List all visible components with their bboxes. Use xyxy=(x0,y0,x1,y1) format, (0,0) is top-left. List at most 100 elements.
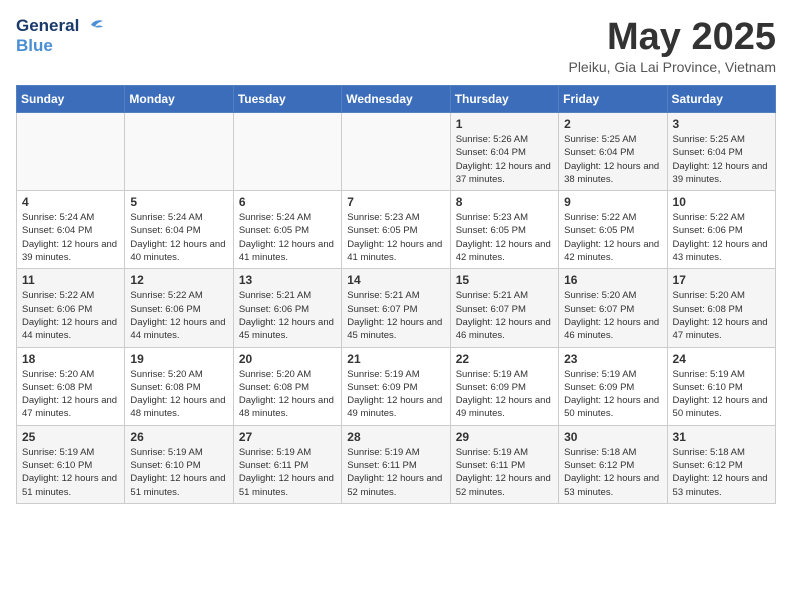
day-info: Sunrise: 5:25 AM Sunset: 6:04 PM Dayligh… xyxy=(673,133,770,186)
day-number: 4 xyxy=(22,195,119,209)
weekday-header-thursday: Thursday xyxy=(450,86,558,113)
calendar-cell: 9 Sunrise: 5:22 AM Sunset: 6:05 PM Daylig… xyxy=(559,191,667,269)
day-number: 17 xyxy=(673,273,770,287)
calendar-cell: 6 Sunrise: 5:24 AM Sunset: 6:05 PM Daylig… xyxy=(233,191,341,269)
day-number: 8 xyxy=(456,195,553,209)
day-info: Sunrise: 5:22 AM Sunset: 6:06 PM Dayligh… xyxy=(673,211,770,264)
day-info: Sunrise: 5:22 AM Sunset: 6:06 PM Dayligh… xyxy=(22,289,119,342)
calendar-cell: 14 Sunrise: 5:21 AM Sunset: 6:07 PM Dayli… xyxy=(342,269,450,347)
day-info: Sunrise: 5:19 AM Sunset: 6:11 PM Dayligh… xyxy=(239,446,336,499)
day-info: Sunrise: 5:19 AM Sunset: 6:09 PM Dayligh… xyxy=(347,368,444,421)
logo-general: General xyxy=(16,16,79,36)
calendar-cell: 28 Sunrise: 5:19 AM Sunset: 6:11 PM Dayli… xyxy=(342,425,450,503)
calendar-header-row: SundayMondayTuesdayWednesdayThursdayFrid… xyxy=(17,86,776,113)
day-info: Sunrise: 5:19 AM Sunset: 6:10 PM Dayligh… xyxy=(673,368,770,421)
page-header: General Blue May 2025 Pleiku, Gia Lai Pr… xyxy=(16,16,776,75)
day-info: Sunrise: 5:26 AM Sunset: 6:04 PM Dayligh… xyxy=(456,133,553,186)
day-number: 3 xyxy=(673,117,770,131)
calendar-body: 1 Sunrise: 5:26 AM Sunset: 6:04 PM Daylig… xyxy=(17,113,776,504)
day-number: 23 xyxy=(564,352,661,366)
day-number: 22 xyxy=(456,352,553,366)
day-number: 26 xyxy=(130,430,227,444)
day-info: Sunrise: 5:24 AM Sunset: 6:04 PM Dayligh… xyxy=(130,211,227,264)
day-number: 19 xyxy=(130,352,227,366)
calendar-cell: 11 Sunrise: 5:22 AM Sunset: 6:06 PM Dayli… xyxy=(17,269,125,347)
calendar-cell: 10 Sunrise: 5:22 AM Sunset: 6:06 PM Dayli… xyxy=(667,191,775,269)
day-number: 27 xyxy=(239,430,336,444)
day-info: Sunrise: 5:19 AM Sunset: 6:10 PM Dayligh… xyxy=(22,446,119,499)
day-number: 29 xyxy=(456,430,553,444)
day-number: 16 xyxy=(564,273,661,287)
day-number: 21 xyxy=(347,352,444,366)
weekday-header-tuesday: Tuesday xyxy=(233,86,341,113)
day-info: Sunrise: 5:22 AM Sunset: 6:06 PM Dayligh… xyxy=(130,289,227,342)
calendar-week-3: 11 Sunrise: 5:22 AM Sunset: 6:06 PM Dayli… xyxy=(17,269,776,347)
day-info: Sunrise: 5:19 AM Sunset: 6:11 PM Dayligh… xyxy=(347,446,444,499)
calendar-cell: 17Sunrise: 5:20 AM Sunset: 6:08 PM Dayli… xyxy=(667,269,775,347)
calendar-cell: 23 Sunrise: 5:19 AM Sunset: 6:09 PM Dayli… xyxy=(559,347,667,425)
calendar-cell: 26 Sunrise: 5:19 AM Sunset: 6:10 PM Dayli… xyxy=(125,425,233,503)
calendar-cell: 21 Sunrise: 5:19 AM Sunset: 6:09 PM Dayli… xyxy=(342,347,450,425)
weekday-header-wednesday: Wednesday xyxy=(342,86,450,113)
weekday-header-monday: Monday xyxy=(125,86,233,113)
calendar-week-2: 4 Sunrise: 5:24 AM Sunset: 6:04 PM Daylig… xyxy=(17,191,776,269)
month-title: May 2025 xyxy=(568,16,776,59)
day-number: 15 xyxy=(456,273,553,287)
calendar-cell: 4 Sunrise: 5:24 AM Sunset: 6:04 PM Daylig… xyxy=(17,191,125,269)
day-info: Sunrise: 5:19 AM Sunset: 6:11 PM Dayligh… xyxy=(456,446,553,499)
calendar-cell: 22 Sunrise: 5:19 AM Sunset: 6:09 PM Dayli… xyxy=(450,347,558,425)
day-number: 24 xyxy=(673,352,770,366)
day-number: 10 xyxy=(673,195,770,209)
day-number: 28 xyxy=(347,430,444,444)
calendar-cell: 19 Sunrise: 5:20 AM Sunset: 6:08 PM Dayli… xyxy=(125,347,233,425)
calendar-cell: 12 Sunrise: 5:22 AM Sunset: 6:06 PM Dayli… xyxy=(125,269,233,347)
day-info: Sunrise: 5:18 AM Sunset: 6:12 PM Dayligh… xyxy=(673,446,770,499)
location-title: Pleiku, Gia Lai Province, Vietnam xyxy=(568,59,776,75)
calendar-week-4: 18 Sunrise: 5:20 AM Sunset: 6:08 PM Dayli… xyxy=(17,347,776,425)
day-info: Sunrise: 5:21 AM Sunset: 6:07 PM Dayligh… xyxy=(347,289,444,342)
calendar-cell: 7 Sunrise: 5:23 AM Sunset: 6:05 PM Daylig… xyxy=(342,191,450,269)
calendar-cell: 5Sunrise: 5:24 AM Sunset: 6:04 PM Daylig… xyxy=(125,191,233,269)
day-info: Sunrise: 5:21 AM Sunset: 6:07 PM Dayligh… xyxy=(456,289,553,342)
day-number: 9 xyxy=(564,195,661,209)
day-info: Sunrise: 5:21 AM Sunset: 6:06 PM Dayligh… xyxy=(239,289,336,342)
day-number: 7 xyxy=(347,195,444,209)
calendar-cell: 15 Sunrise: 5:21 AM Sunset: 6:07 PM Dayli… xyxy=(450,269,558,347)
calendar-cell: 3 Sunrise: 5:25 AM Sunset: 6:04 PM Daylig… xyxy=(667,113,775,191)
weekday-header-sunday: Sunday xyxy=(17,86,125,113)
logo-blue: Blue xyxy=(16,36,53,56)
day-info: Sunrise: 5:24 AM Sunset: 6:05 PM Dayligh… xyxy=(239,211,336,264)
calendar-cell: 2Sunrise: 5:25 AM Sunset: 6:04 PM Daylig… xyxy=(559,113,667,191)
day-number: 14 xyxy=(347,273,444,287)
calendar-cell: 18 Sunrise: 5:20 AM Sunset: 6:08 PM Dayli… xyxy=(17,347,125,425)
weekday-header-saturday: Saturday xyxy=(667,86,775,113)
calendar-cell: 30Sunrise: 5:18 AM Sunset: 6:12 PM Dayli… xyxy=(559,425,667,503)
calendar-week-5: 25Sunrise: 5:19 AM Sunset: 6:10 PM Dayli… xyxy=(17,425,776,503)
day-number: 1 xyxy=(456,117,553,131)
day-number: 18 xyxy=(22,352,119,366)
day-info: Sunrise: 5:20 AM Sunset: 6:07 PM Dayligh… xyxy=(564,289,661,342)
day-info: Sunrise: 5:22 AM Sunset: 6:05 PM Dayligh… xyxy=(564,211,661,264)
calendar-cell: 24 Sunrise: 5:19 AM Sunset: 6:10 PM Dayli… xyxy=(667,347,775,425)
day-info: Sunrise: 5:23 AM Sunset: 6:05 PM Dayligh… xyxy=(456,211,553,264)
day-info: Sunrise: 5:20 AM Sunset: 6:08 PM Dayligh… xyxy=(239,368,336,421)
day-info: Sunrise: 5:19 AM Sunset: 6:09 PM Dayligh… xyxy=(564,368,661,421)
day-number: 11 xyxy=(22,273,119,287)
day-number: 20 xyxy=(239,352,336,366)
day-number: 6 xyxy=(239,195,336,209)
day-info: Sunrise: 5:18 AM Sunset: 6:12 PM Dayligh… xyxy=(564,446,661,499)
day-info: Sunrise: 5:24 AM Sunset: 6:04 PM Dayligh… xyxy=(22,211,119,264)
day-info: Sunrise: 5:19 AM Sunset: 6:10 PM Dayligh… xyxy=(130,446,227,499)
weekday-header-friday: Friday xyxy=(559,86,667,113)
calendar-cell: 27 Sunrise: 5:19 AM Sunset: 6:11 PM Dayli… xyxy=(233,425,341,503)
calendar-cell: 31Sunrise: 5:18 AM Sunset: 6:12 PM Dayli… xyxy=(667,425,775,503)
day-number: 12 xyxy=(130,273,227,287)
day-info: Sunrise: 5:19 AM Sunset: 6:09 PM Dayligh… xyxy=(456,368,553,421)
day-info: Sunrise: 5:20 AM Sunset: 6:08 PM Dayligh… xyxy=(22,368,119,421)
calendar-cell xyxy=(125,113,233,191)
day-info: Sunrise: 5:20 AM Sunset: 6:08 PM Dayligh… xyxy=(130,368,227,421)
day-number: 13 xyxy=(239,273,336,287)
day-info: Sunrise: 5:23 AM Sunset: 6:05 PM Dayligh… xyxy=(347,211,444,264)
calendar-table: SundayMondayTuesdayWednesdayThursdayFrid… xyxy=(16,85,776,504)
day-number: 2 xyxy=(564,117,661,131)
